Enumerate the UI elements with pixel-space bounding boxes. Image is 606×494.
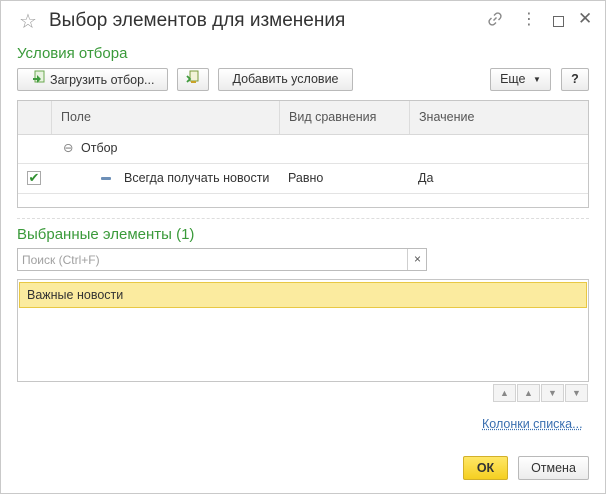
filter-section-title: Условия отбора <box>17 45 128 62</box>
more-button-label: Еще <box>500 72 526 86</box>
filter-conditions-table: Поле Вид сравнения Значение ⊖ Отбор ✔ Вс… <box>17 100 589 208</box>
move-top-icon: ▲ <box>500 388 509 398</box>
move-up-button[interactable]: ▲ <box>517 384 540 402</box>
row-comparison[interactable]: Равно <box>288 164 323 193</box>
table-row-group[interactable]: ⊖ Отбор <box>18 134 588 164</box>
selected-items-list: Важные новости <box>17 279 589 382</box>
row-value[interactable]: Да <box>418 164 433 193</box>
load-filter-icon <box>31 69 47 92</box>
filter-settings-button[interactable] <box>177 68 209 91</box>
header-check-column <box>18 101 51 134</box>
table-row[interactable]: ✔ Всегда получать новости Равно Да <box>18 164 588 194</box>
row-field: Всегда получать новости <box>124 171 270 185</box>
section-divider <box>17 218 589 219</box>
group-label: Отбор <box>81 141 118 155</box>
list-columns-link[interactable]: Колонки списка... <box>482 417 583 431</box>
window-title: Выбор элементов для изменения <box>49 10 346 31</box>
link-icon[interactable] <box>487 11 503 31</box>
collapse-icon[interactable]: ⊖ <box>63 134 73 163</box>
field-item-icon <box>101 177 111 180</box>
move-down-icon: ▼ <box>548 388 557 398</box>
favorite-star-icon[interactable]: ☆ <box>19 9 37 33</box>
header-field[interactable]: Поле <box>51 101 279 134</box>
filter-settings-icon <box>185 69 201 92</box>
header-value[interactable]: Значение <box>409 101 588 134</box>
dialog-window: ☆ Выбор элементов для изменения ⋮ ✕ Усло… <box>0 0 606 494</box>
load-filter-label: Загрузить отбор... <box>50 72 155 87</box>
title-bar: ☆ Выбор элементов для изменения ⋮ ✕ <box>1 1 605 41</box>
move-top-button[interactable]: ▲ <box>493 384 516 402</box>
list-item[interactable]: Важные новости <box>19 282 587 308</box>
row-checkbox[interactable]: ✔ <box>27 171 41 185</box>
move-bottom-icon: ▼ <box>572 388 581 398</box>
dropdown-caret-icon: ▼ <box>533 75 541 85</box>
search-box: × <box>17 248 427 271</box>
move-bottom-button[interactable]: ▼ <box>565 384 588 402</box>
help-button[interactable]: ? <box>561 68 589 91</box>
move-down-button[interactable]: ▼ <box>541 384 564 402</box>
search-input[interactable] <box>18 249 410 270</box>
ok-button[interactable]: ОК <box>463 456 508 480</box>
add-condition-button[interactable]: Добавить условие <box>218 68 353 91</box>
clear-search-icon[interactable]: × <box>407 249 427 270</box>
selected-section-title: Выбранные элементы (1) <box>17 226 195 243</box>
move-up-icon: ▲ <box>524 388 533 398</box>
more-menu-icon[interactable]: ⋮ <box>521 9 537 28</box>
load-filter-button[interactable]: Загрузить отбор... <box>17 68 168 91</box>
cancel-button[interactable]: Отмена <box>518 456 589 480</box>
header-comparison[interactable]: Вид сравнения <box>279 101 409 134</box>
maximize-icon[interactable] <box>553 16 564 27</box>
close-icon[interactable]: ✕ <box>578 9 592 29</box>
more-button[interactable]: Еще ▼ <box>490 68 551 91</box>
table-header: Поле Вид сравнения Значение <box>18 101 588 135</box>
